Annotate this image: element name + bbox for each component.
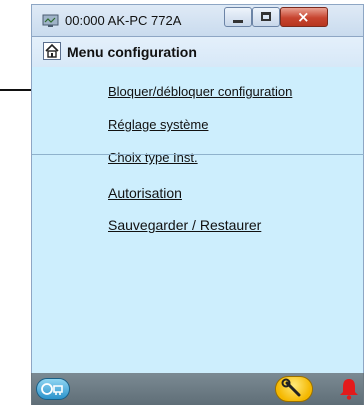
menu-item-backup-restore[interactable]: Sauvegarder / Restaurer <box>108 217 261 233</box>
menu-item-system-settings[interactable]: Réglage système <box>108 117 208 132</box>
bottom-toolbar <box>31 373 364 405</box>
app-window: 00:000 AK-PC 772A × Menu configuration B… <box>31 4 364 405</box>
minimize-button[interactable] <box>224 7 252 27</box>
device-link-button[interactable] <box>36 378 70 400</box>
menu-title: Menu configuration <box>67 44 197 60</box>
menu-item-installation-type[interactable]: Choix type Inst. <box>108 150 198 165</box>
title-bar: 00:000 AK-PC 772A × <box>31 4 364 37</box>
menu-item-authorization[interactable]: Autorisation <box>108 185 182 201</box>
window-title: 00:000 AK-PC 772A <box>65 13 182 28</box>
maximize-button[interactable] <box>252 7 280 27</box>
alarm-bell-icon <box>340 379 358 400</box>
close-button[interactable]: × <box>280 7 328 27</box>
minimize-icon <box>233 20 243 23</box>
monitor-icon <box>42 14 59 27</box>
menu-item-lock-configuration[interactable]: Bloquer/débloquer configuration <box>108 84 292 99</box>
maximize-icon <box>261 12 271 21</box>
wrench-icon <box>281 378 301 397</box>
menu-header: Menu configuration <box>31 37 364 67</box>
home-button[interactable] <box>43 42 61 60</box>
menu-content: Bloquer/débloquer configuration Réglage … <box>31 67 364 373</box>
divider <box>32 154 364 155</box>
device-link-icon <box>41 383 63 395</box>
close-icon: × <box>297 8 310 26</box>
settings-button[interactable] <box>275 376 313 402</box>
home-icon <box>45 43 59 58</box>
alarm-button[interactable] <box>338 376 360 402</box>
